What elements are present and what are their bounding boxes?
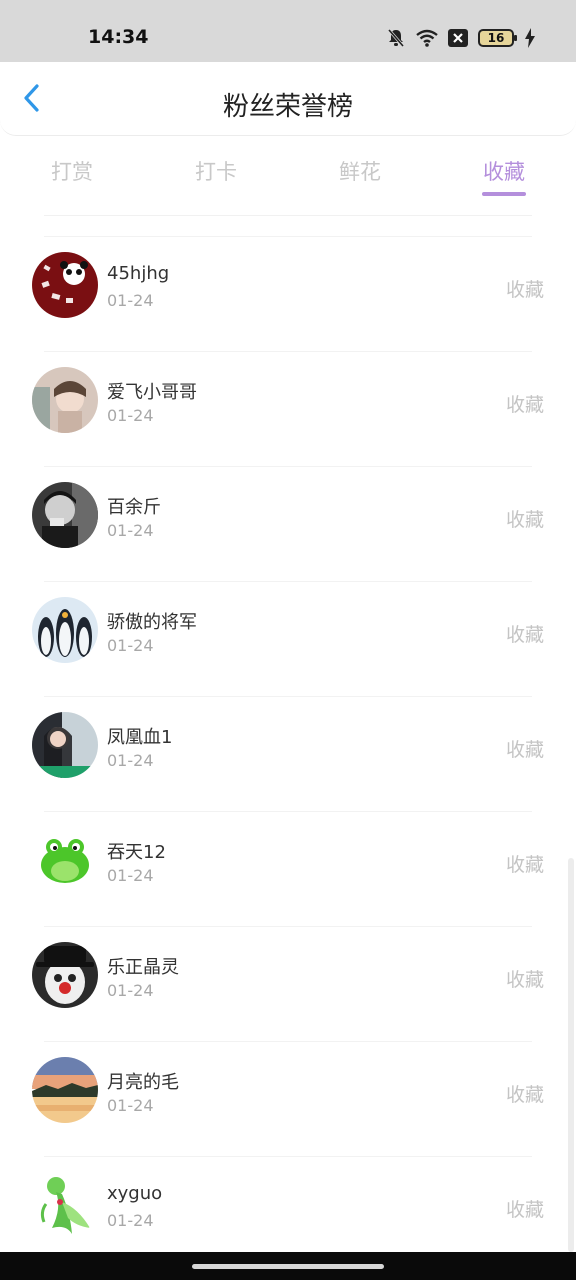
list-item[interactable]: 45hjhg 01-24 收藏 — [32, 236, 544, 351]
x-box-icon — [448, 29, 468, 47]
fan-list: 45hjhg 01-24 收藏 爱飞小哥哥 01-24 收藏 百余斤 01-24… — [0, 236, 576, 1271]
list-item[interactable]: 乐正晶灵 01-24 收藏 — [32, 926, 544, 1041]
header: 粉丝荣誉榜 — [0, 62, 576, 136]
fan-date: 01-24 — [107, 291, 154, 310]
avatar — [32, 252, 98, 318]
page-title: 粉丝荣誉榜 — [222, 92, 353, 122]
battery-icon: 16 — [478, 29, 517, 47]
bell-off-icon — [386, 28, 406, 48]
avatar — [32, 827, 98, 893]
tab-label: 打卡 — [195, 160, 237, 184]
fan-name: 凤凰血1 — [107, 727, 173, 748]
avatar — [32, 1172, 98, 1238]
fan-name: 骄傲的将军 — [107, 612, 197, 633]
list-item[interactable]: 凤凰血1 01-24 收藏 — [32, 696, 544, 811]
fan-name: xyguo — [107, 1183, 163, 1204]
fan-action: 收藏 — [505, 739, 544, 761]
fan-name: 乐正晶灵 — [107, 957, 179, 978]
tab-tip[interactable]: 打赏 — [0, 136, 144, 216]
avatar — [32, 1057, 98, 1123]
avatar — [32, 597, 98, 663]
avatar — [32, 712, 98, 778]
tab-label: 收藏 — [483, 160, 525, 184]
status-time: 14:34 — [88, 26, 149, 48]
tab-bar: 打赏 打卡 鲜花 收藏 — [0, 136, 576, 216]
fan-action: 收藏 — [505, 509, 544, 531]
tab-active-indicator — [482, 192, 526, 196]
list-item[interactable]: 吞天12 01-24 收藏 — [32, 811, 544, 926]
avatar — [32, 482, 98, 548]
tab-checkin[interactable]: 打卡 — [144, 136, 288, 216]
avatar — [32, 367, 98, 433]
fan-name: 百余斤 — [107, 497, 161, 518]
status-icons: 16 — [386, 27, 536, 49]
fan-date: 01-24 — [107, 521, 154, 540]
fan-date: 01-24 — [107, 751, 154, 770]
system-nav-bar — [0, 1252, 576, 1280]
fan-name: 爱飞小哥哥 — [107, 382, 197, 403]
divider — [44, 215, 532, 216]
list-item[interactable]: 百余斤 01-24 收藏 — [32, 466, 544, 581]
fan-name: 45hjhg — [107, 263, 170, 284]
wifi-icon — [416, 29, 438, 47]
charging-bolt-icon — [524, 28, 536, 48]
fan-date: 01-24 — [107, 1211, 154, 1230]
fan-action: 收藏 — [505, 279, 544, 301]
fan-action: 收藏 — [505, 624, 544, 646]
home-indicator[interactable] — [192, 1264, 384, 1269]
fan-date: 01-24 — [107, 636, 154, 655]
status-bar: 14:34 16 — [0, 0, 576, 62]
fan-name: 吞天12 — [107, 842, 166, 863]
fan-action: 收藏 — [505, 1084, 544, 1106]
fan-action: 收藏 — [505, 969, 544, 991]
tab-label: 鲜花 — [339, 160, 381, 184]
tab-favorites[interactable]: 收藏 — [432, 136, 576, 216]
scrollbar[interactable] — [568, 858, 574, 1252]
fan-name: 月亮的毛 — [107, 1072, 179, 1093]
tab-flowers[interactable]: 鲜花 — [288, 136, 432, 216]
fan-date: 01-24 — [107, 406, 154, 425]
list-item[interactable]: 月亮的毛 01-24 收藏 — [32, 1041, 544, 1156]
fan-action: 收藏 — [505, 1199, 544, 1221]
avatar — [32, 942, 98, 1008]
fan-date: 01-24 — [107, 866, 154, 885]
fan-date: 01-24 — [107, 1096, 154, 1115]
fan-action: 收藏 — [505, 854, 544, 876]
fan-date: 01-24 — [107, 981, 154, 1000]
tab-label: 打赏 — [51, 160, 93, 184]
list-item[interactable]: 骄傲的将军 01-24 收藏 — [32, 581, 544, 696]
fan-action: 收藏 — [505, 394, 544, 416]
list-item[interactable]: 爱飞小哥哥 01-24 收藏 — [32, 351, 544, 466]
